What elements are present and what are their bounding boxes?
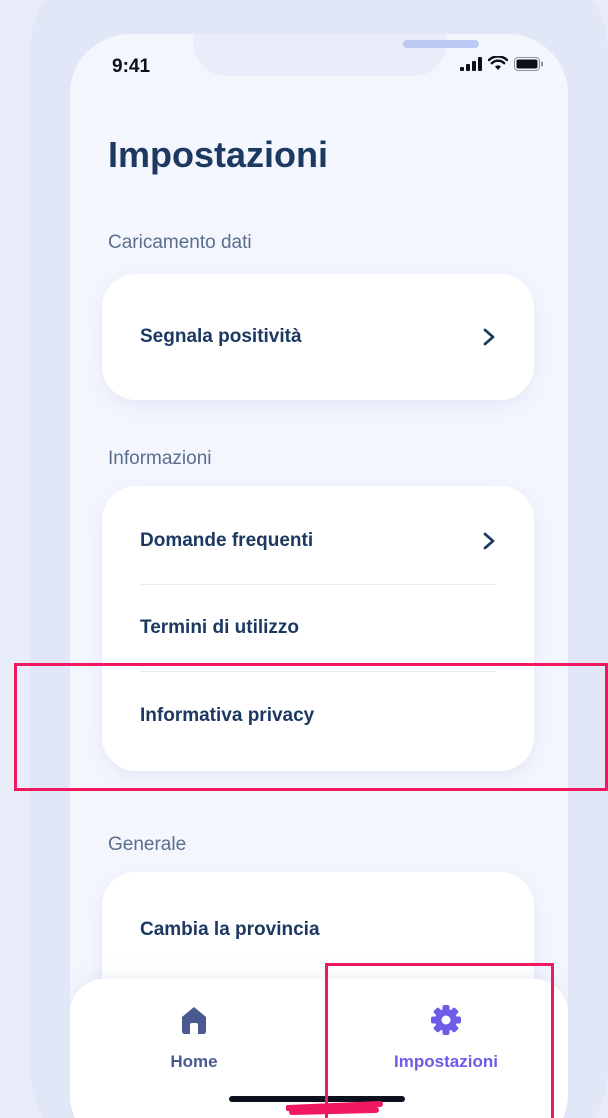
tab-home[interactable]: Home bbox=[124, 1003, 264, 1072]
row-label: Segnala positività bbox=[140, 326, 302, 347]
tab-label-home: Home bbox=[170, 1052, 218, 1071]
settings-row-domande-frequenti[interactable]: Domande frequenti bbox=[140, 498, 496, 585]
row-label: Cambia la provincia bbox=[140, 918, 320, 940]
section-label-informazioni: Informazioni bbox=[108, 448, 212, 469]
row-label: Termini di utilizzo bbox=[140, 617, 300, 638]
status-time: 9:41 bbox=[112, 56, 151, 77]
phone-screen: 9:41 Impostazioni Caricamento dati Segna… bbox=[70, 34, 568, 1118]
row-label: Domande frequenti bbox=[140, 530, 314, 551]
home-icon bbox=[124, 1003, 264, 1042]
highlight-box-informativa-privacy bbox=[14, 663, 608, 791]
status-icons bbox=[460, 56, 544, 71]
chevron-right-icon bbox=[482, 531, 496, 551]
chevron-right-icon bbox=[482, 327, 496, 347]
settings-row-segnala-positivita[interactable]: Segnala positività bbox=[140, 274, 496, 400]
battery-icon bbox=[514, 56, 544, 71]
wifi-icon bbox=[488, 56, 508, 71]
card-caricamento-dati: Segnala positività bbox=[102, 274, 534, 400]
page-title: Impostazioni bbox=[108, 134, 329, 175]
section-label-generale: Generale bbox=[108, 834, 187, 855]
speaker bbox=[403, 40, 479, 48]
cellular-signal-icon bbox=[460, 56, 482, 71]
annotation-scribble bbox=[286, 1101, 383, 1115]
settings-row-termini-di-utilizzo[interactable]: Termini di utilizzo bbox=[140, 585, 496, 672]
notch bbox=[193, 34, 479, 76]
highlight-box-tab-impostazioni bbox=[325, 963, 554, 1118]
settings-row-cambia-la-provincia[interactable]: Cambia la provincia bbox=[140, 886, 496, 973]
section-label-caricamento-dati: Caricamento dati bbox=[108, 232, 252, 253]
